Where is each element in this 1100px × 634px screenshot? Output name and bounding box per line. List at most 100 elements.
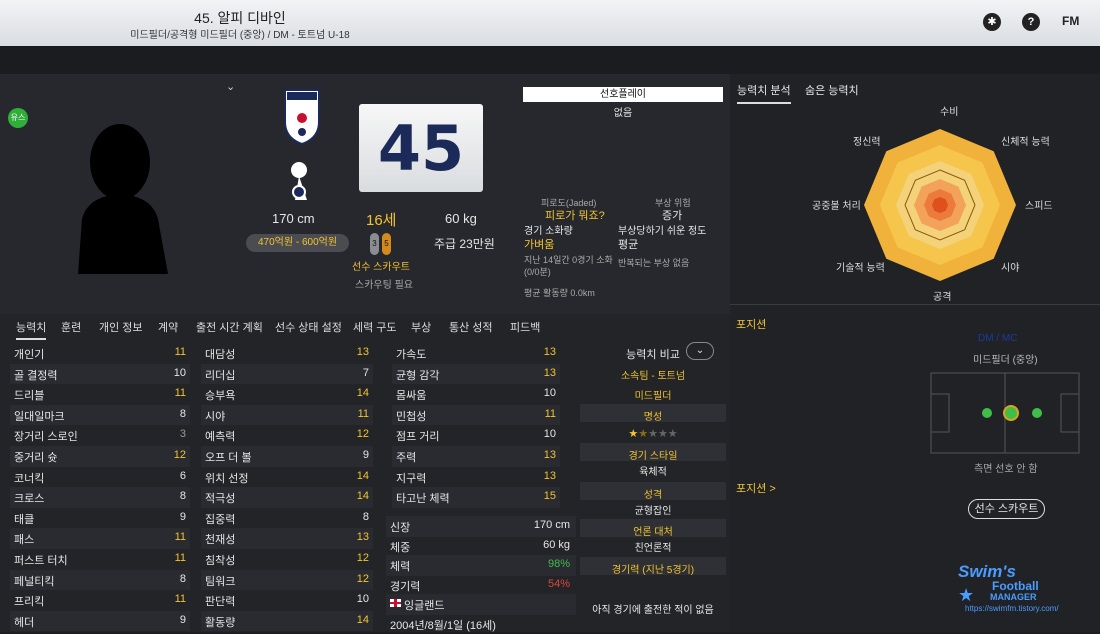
title-bar: 45. 알피 디바인 미드필더/공격형 미드필더 (중앙) / DM - 토트넘… [0,0,1100,46]
attribute-name[interactable]: 주력 [396,449,416,465]
tab-career[interactable]: 통산 성적 [449,319,493,335]
attribute-name[interactable]: 드리블 [14,387,44,403]
tab-hidden[interactable]: 숨은 능력치 [805,82,859,98]
tab-personal[interactable]: 개인 정보 [99,319,143,335]
attribute-name[interactable]: 지구력 [396,470,426,486]
weight: 60 kg [445,211,477,226]
match-load-value: 가벼움 [524,236,554,252]
attribute-name[interactable]: 장거리 스로인 [14,428,78,444]
radar-label: 스피드 [1025,197,1053,212]
fatigue-value[interactable]: 피로가 뭐죠? [545,207,605,223]
attribute-row: 시야 11 [201,405,373,426]
attribute-name[interactable]: 헤더 [14,614,34,630]
attribute-value: 13 [544,346,556,358]
attribute-row: 리더십7 [201,364,373,385]
scout-button[interactable]: 선수 스카우트 [968,499,1045,519]
tab-training[interactable]: 훈련 [61,319,81,335]
radar-label: 공격 [933,288,951,303]
age: 16세 [366,209,397,230]
favorite-label: 선호플레이 [523,87,723,102]
attribute-name[interactable]: 적극성 [205,490,235,506]
tab-contract[interactable]: 계약 [158,319,178,335]
position-title-2[interactable]: 포지션 > [736,480,776,496]
attribute-name[interactable]: 천재성 [205,531,235,547]
personality-value: 균형잡인 [580,502,726,517]
watermark-url: https://swimfm.tistory.com/ [965,604,1059,613]
fm-logo[interactable]: FM [1062,14,1079,28]
attribute-name[interactable]: 프리킥 [14,593,44,609]
bio-label: 체력 [390,558,410,574]
attribute-row: 오프 더 볼9 [201,446,373,467]
reputation-stars-icon: ★★★★★ [580,427,726,440]
attribute-name[interactable]: 점프 거리 [396,428,440,444]
attribute-name[interactable]: 페널티킥 [14,573,54,589]
bio-label: 체중 [390,539,410,555]
attribute-name[interactable]: 시야 [205,408,225,424]
reputation-label: 명성 [580,408,726,423]
attribute-name[interactable]: 패스 [14,531,34,547]
attribute-row: 예측력12 [201,425,373,446]
bio-row: 체중60 kg [386,536,576,557]
style-label: 경기 스타일 [580,447,726,462]
attribute-name[interactable]: 예측력 [205,428,235,444]
chevron-down-icon[interactable]: ⌄ [226,80,235,93]
compare-position: 미드필더 [580,387,726,402]
tab-playing-time[interactable]: 출전 시간 계획 [196,319,263,335]
tab-injury[interactable]: 부상 [411,319,431,335]
tab-feedback[interactable]: 피드백 [510,319,540,335]
attribute-name[interactable]: 중거리 슛 [14,449,58,465]
attribute-name[interactable]: 코너킥 [14,470,44,486]
attribute-name[interactable]: 타고난 체력 [396,490,450,506]
attribute-name[interactable]: 팀워크 [205,573,235,589]
attribute-value: 14 [357,387,369,399]
tab-dynamics[interactable]: 세력 구도 [353,319,397,335]
attribute-name[interactable]: 개인기 [14,346,44,362]
attribute-row: 점프 거리10 [392,425,560,446]
attribute-row: 헤더9 [10,611,190,632]
attribute-value: 11 [545,408,556,420]
attribute-value: 13 [357,346,369,358]
attribute-name[interactable]: 민첩성 [396,408,426,424]
attribute-name[interactable]: 집중력 [205,511,235,527]
attribute-value: 8 [363,511,369,523]
attribute-name[interactable]: 균형 감각 [396,367,440,383]
attribute-name[interactable]: 가속도 [396,346,426,362]
bulb-icon[interactable]: ✱ [983,13,1001,31]
attribute-name[interactable]: 크로스 [14,490,44,506]
attribute-row: 골 결정력10 [10,364,190,385]
attribute-value: 10 [544,387,556,399]
attribute-row: 균형 감각13 [392,364,560,385]
attribute-row: 퍼스트 터치11 [10,549,190,570]
value-range[interactable]: 470억원 - 600억원 [246,234,349,252]
attribute-name[interactable]: 판단력 [205,593,235,609]
attribute-name[interactable]: 퍼스트 터치 [14,552,68,568]
attribute-name[interactable]: 리더십 [205,367,235,383]
pitch-diagram [930,372,1080,454]
attribute-name[interactable]: 골 결정력 [14,367,58,383]
attribute-value: 11 [175,346,186,358]
attribute-name[interactable]: 대담성 [205,346,235,362]
tab-status[interactable]: 선수 상태 설정 [275,319,342,335]
compare-dropdown-icon[interactable]: ⌄ [686,342,714,360]
attribute-name[interactable]: 몸싸움 [396,387,426,403]
attribute-name[interactable]: 위치 선정 [205,470,249,486]
injury-value: 증가 [662,207,682,223]
attribute-name[interactable]: 오프 더 볼 [205,449,252,465]
attribute-row: 적극성 14 [201,487,373,508]
attribute-name[interactable]: 일대일마크 [14,408,65,424]
tab-attributes[interactable]: 능력치 [16,319,46,340]
help-icon[interactable]: ? [1022,13,1040,31]
attribute-value: 11 [358,408,369,420]
attribute-row: 활동량14 [201,611,373,632]
attribute-name[interactable]: 활동량 [205,614,235,630]
attribute-name[interactable]: 침착성 [205,552,235,568]
attribute-value: 9 [180,511,186,523]
attribute-value: 13 [544,449,556,461]
attribute-row: 가속도 13 [392,343,560,364]
attribute-name[interactable]: 태클 [14,511,34,527]
attribute-name[interactable]: 승부욕 [205,387,235,403]
position-tag: DM / MC [978,333,1017,344]
bio-value: 54% [548,578,570,590]
attribute-value: 14 [357,490,369,502]
bio-row: 신장170 cm [386,516,576,537]
